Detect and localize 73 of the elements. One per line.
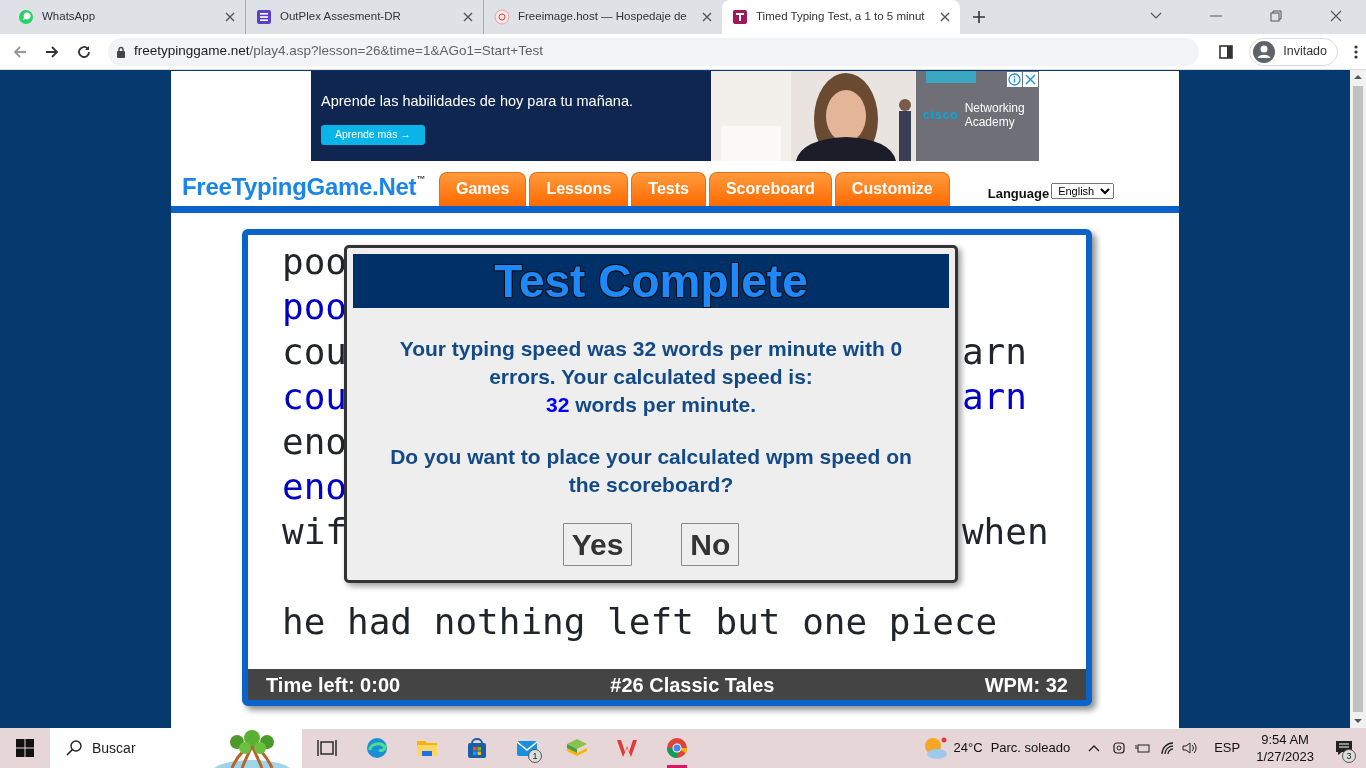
no-button[interactable]: No	[681, 523, 740, 566]
typing-text: eno	[282, 465, 348, 509]
site-logo[interactable]: FreeTypingGame.Net$^{™}$	[182, 169, 439, 205]
browser-tab[interactable]: Freeimage.host — Hospedaje de	[484, 0, 722, 34]
chevron-up-icon[interactable]	[1088, 744, 1101, 752]
chrome-icon	[666, 737, 688, 759]
restore-icon[interactable]	[1269, 9, 1283, 23]
layers-icon	[566, 737, 588, 759]
dialog-title: Test Complete	[353, 254, 949, 308]
typing-text: when	[961, 510, 1049, 554]
close-icon[interactable]	[1329, 9, 1343, 23]
time-left: Time left: 0:00	[266, 672, 401, 698]
language-select[interactable]: English	[1051, 183, 1115, 199]
typing-text: eno	[282, 420, 348, 464]
sidebar-icon[interactable]	[1219, 44, 1234, 59]
search-field[interactable]: Buscar	[90, 736, 210, 760]
ad-headline: Aprende las habilidades de hoy para tu mañana.	[321, 92, 634, 111]
battery-icon[interactable]	[1134, 742, 1151, 754]
avatar-icon	[1253, 40, 1276, 63]
task-view-icon	[316, 737, 338, 759]
brand-logo: cisco	[923, 107, 959, 124]
info-icon[interactable]	[1007, 72, 1022, 87]
menu-icon[interactable]	[1354, 43, 1358, 60]
close-icon[interactable]	[702, 12, 712, 22]
browser-tab[interactable]: Timed Typing Test, a 1 to 5 minut	[722, 0, 960, 34]
office-icon	[616, 737, 638, 759]
result-message: Your typing speed was 32 words per minute with 0 errors. Your calculated speed is:	[398, 336, 904, 390]
typing-text: poo	[282, 285, 348, 329]
typing-text: arn	[961, 330, 1027, 374]
close-icon[interactable]	[1023, 72, 1038, 87]
camera-icon[interactable]	[1112, 740, 1127, 756]
lock-icon	[115, 45, 126, 58]
clock-date[interactable]: 1/27/2023	[1256, 748, 1314, 765]
close-icon[interactable]	[940, 12, 950, 22]
image-host-icon	[494, 9, 510, 25]
site-icon	[732, 9, 748, 25]
reload-icon[interactable]	[75, 43, 92, 60]
scoreboard-question: Do you want to place your calculated wpm speed on the scoreboard?	[389, 444, 913, 498]
new-tab-icon[interactable]	[972, 10, 986, 24]
forward-icon[interactable]	[44, 43, 60, 60]
whatsapp-icon	[18, 9, 34, 25]
typing-text: poo	[282, 240, 348, 284]
browser-icon	[366, 737, 388, 759]
taskbar-app-button[interactable]: 1	[502, 728, 552, 768]
close-icon[interactable]	[225, 12, 235, 22]
typing-text: cou	[282, 331, 348, 372]
start-icon[interactable]	[16, 739, 34, 757]
clock-time[interactable]: 9:54 AM	[1261, 731, 1309, 748]
list-icon	[256, 9, 272, 25]
store-icon	[466, 737, 488, 759]
yes-button[interactable]: Yes	[562, 523, 633, 566]
temperature-text[interactable]: 24°C	[953, 738, 983, 758]
address-bar[interactable]: freetypinggame.net/play4.asp?lesson=26&time=1&AGo1=Start+Test	[107, 37, 1200, 66]
typing-text: arn	[961, 375, 1027, 419]
wpm-readout: WPM: 32	[984, 672, 1068, 698]
typing-text: cou	[282, 376, 348, 417]
ad-product-name: Networking Academy	[964, 101, 1026, 129]
notification-badge: 1	[528, 749, 542, 763]
typing-text: wif	[282, 511, 348, 552]
input-language[interactable]: ESP	[1214, 738, 1241, 758]
language-label: Language	[987, 185, 1050, 203]
scrollbar-thumb[interactable]	[1353, 85, 1363, 713]
weather-text[interactable]: Parc. soleado	[990, 738, 1071, 758]
notification-badge: 3	[1342, 749, 1356, 763]
speed-unit: words per minute.	[575, 393, 757, 416]
url-text: freetypinggame.net/play4.asp?lesson=26&time=1&AGo1=Start+Test	[133, 42, 543, 61]
search-icon	[66, 740, 82, 756]
lesson-title: #26 Classic Tales	[610, 672, 775, 698]
close-icon[interactable]	[463, 12, 473, 22]
speaker-icon[interactable]	[1182, 741, 1199, 755]
search-box[interactable]: Buscar	[50, 728, 302, 768]
typing-text: he had nothing left but one piece	[282, 600, 998, 644]
speed-value: 32	[545, 393, 570, 416]
